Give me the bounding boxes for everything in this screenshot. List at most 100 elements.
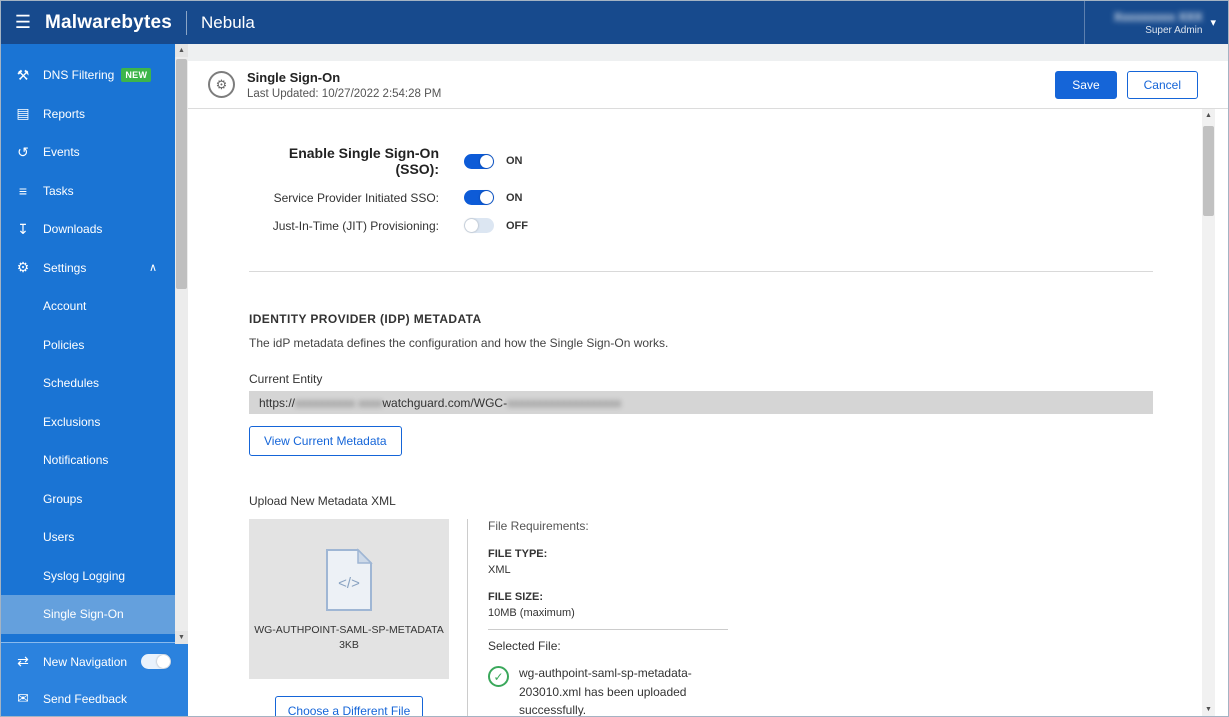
toggle-knob — [465, 219, 478, 232]
sidebar-scrollbar[interactable]: ▲ ▼ — [175, 44, 188, 644]
sidebar-item-label: Syslog Logging — [43, 569, 125, 583]
sp-initiated-sso-toggle[interactable] — [464, 190, 494, 205]
check-icon: ✓ — [493, 670, 503, 684]
new-navigation-toggle[interactable] — [141, 654, 171, 669]
sp-initiated-sso-state: ON — [506, 192, 523, 204]
chevron-down-icon[interactable]: ▾ — [1210, 16, 1216, 29]
entity-url-middle: watchguard.com/WGC- — [382, 396, 507, 410]
chevron-up-icon: ∧ — [149, 261, 157, 274]
enable-sso-state: ON — [506, 155, 523, 167]
entity-url-redacted-2: xxxxxxxxxxxxxxxxxxx — [507, 396, 621, 410]
events-icon: ↺ — [15, 144, 31, 161]
uploaded-file-card: </> WG-AUTHPOINT-SAML-SP-METADATA 3KB — [249, 519, 449, 679]
main-scrollbar[interactable]: ▲ ▼ — [1202, 109, 1215, 716]
svg-text:</>: </> — [338, 575, 360, 592]
upload-section: </> WG-AUTHPOINT-SAML-SP-METADATA 3KB Ch… — [249, 519, 1164, 716]
sidebar-item-label: Send Feedback — [43, 692, 127, 706]
sidebar-item-label: Groups — [43, 492, 82, 506]
toggle-knob — [480, 191, 493, 204]
upload-metadata-label: Upload New Metadata XML — [249, 494, 1164, 508]
uploaded-file-size: 3KB — [339, 639, 359, 651]
new-navigation-icon: ⇄ — [15, 653, 31, 670]
sidebar-item-exclusions[interactable]: Exclusions — [1, 403, 175, 442]
uploaded-file-name: WG-AUTHPOINT-SAML-SP-METADATA — [254, 624, 444, 636]
sso-gear-icon: ⚙ — [208, 71, 235, 98]
sidebar-item-label: Users — [43, 530, 74, 544]
brand-logo: Malwarebytes — [45, 12, 172, 34]
scroll-up-icon[interactable]: ▲ — [1202, 109, 1215, 122]
jit-provisioning-label: Just-In-Time (JIT) Provisioning: — [249, 219, 439, 233]
sidebar-item-new-navigation[interactable]: ⇄ New Navigation — [1, 643, 188, 680]
page-title: Single Sign-On — [247, 70, 441, 85]
main-scrollbar-track[interactable] — [1202, 122, 1215, 703]
toggle-knob — [157, 655, 170, 668]
sidebar-scroll-area: ⚒ DNS Filtering NEW ▤ Reports ↺ Events ≡… — [1, 44, 175, 642]
sidebar-item-dns-filtering[interactable]: ⚒ DNS Filtering NEW — [1, 56, 175, 95]
sidebar-item-label: Account — [43, 299, 86, 313]
enable-sso-toggle[interactable] — [464, 154, 494, 169]
success-check-icon: ✓ — [488, 666, 509, 687]
hamburger-menu-icon[interactable]: ☰ — [1, 12, 45, 33]
file-requirements-title: File Requirements: — [488, 519, 728, 533]
cancel-button[interactable]: Cancel — [1127, 71, 1198, 99]
enable-sso-label: Enable Single Sign-On (SSO): — [249, 145, 439, 177]
sidebar-item-label: Reports — [43, 107, 85, 121]
enable-sso-row: Enable Single Sign-On (SSO): ON — [249, 145, 1164, 177]
brand-divider — [186, 11, 187, 35]
product-name: Nebula — [201, 13, 255, 33]
file-type-value: XML — [488, 564, 728, 576]
sidebar-item-groups[interactable]: Groups — [1, 480, 175, 519]
sidebar-item-single-sign-on[interactable]: Single Sign-On — [1, 595, 175, 634]
save-button[interactable]: Save — [1055, 71, 1116, 99]
sidebar-item-label: Schedules — [43, 376, 99, 390]
file-size-label: FILE SIZE: — [488, 591, 728, 603]
xml-file-icon: </> — [322, 548, 376, 612]
sidebar-item-syslog-logging[interactable]: Syslog Logging — [1, 557, 175, 596]
sidebar-item-send-feedback[interactable]: ✉ Send Feedback — [1, 680, 188, 717]
sidebar-item-notifications[interactable]: Notifications — [1, 441, 175, 480]
sidebar-scrollbar-track[interactable] — [175, 57, 188, 631]
vertical-divider — [467, 519, 468, 716]
scroll-up-icon[interactable]: ▲ — [175, 44, 188, 57]
jit-provisioning-row: Just-In-Time (JIT) Provisioning: OFF — [249, 218, 1164, 233]
account-name: Xxxxxxxxx XXX — [1099, 10, 1202, 24]
account-menu[interactable]: Xxxxxxxxx XXX Super Admin ▾ — [1084, 1, 1228, 44]
main-area: ⚙ Single Sign-On Last Updated: 10/27/202… — [188, 44, 1228, 716]
idp-metadata-description: The idP metadata defines the configurati… — [249, 336, 1164, 350]
page-header: ⚙ Single Sign-On Last Updated: 10/27/202… — [188, 61, 1228, 109]
sidebar-item-settings[interactable]: ⚙ Settings ∧ — [1, 249, 175, 288]
sidebar-item-policies[interactable]: Policies — [1, 326, 175, 365]
sidebar-item-tasks[interactable]: ≡ Tasks — [1, 172, 175, 211]
scroll-down-icon[interactable]: ▼ — [1202, 703, 1215, 716]
main-scrollbar-thumb[interactable] — [1203, 126, 1214, 216]
send-feedback-icon: ✉ — [15, 690, 31, 707]
scroll-down-icon[interactable]: ▼ — [175, 631, 188, 644]
current-entity-field: https://xxxxxxxxxx xxxx watchguard.com/W… — [249, 391, 1153, 414]
main-top-gap — [188, 44, 1228, 61]
settings-icon: ⚙ — [15, 259, 31, 276]
gear-icon: ⚙ — [216, 77, 228, 93]
sidebar-item-users[interactable]: Users — [1, 518, 175, 557]
last-updated-text: Last Updated: 10/27/2022 2:54:28 PM — [247, 88, 441, 100]
reports-icon: ▤ — [15, 105, 31, 122]
jit-provisioning-state: OFF — [506, 220, 528, 232]
sidebar-item-schedules[interactable]: Schedules — [1, 364, 175, 403]
entity-url-redacted-1: xxxxxxxxxx xxxx — [295, 396, 382, 410]
downloads-icon: ↧ — [15, 221, 31, 238]
sidebar-item-label: Exclusions — [43, 415, 100, 429]
sidebar-item-reports[interactable]: ▤ Reports — [1, 95, 175, 134]
choose-different-file-button[interactable]: Choose a Different File — [275, 696, 424, 716]
page-header-titles: Single Sign-On Last Updated: 10/27/2022 … — [247, 70, 441, 100]
jit-provisioning-toggle[interactable] — [464, 218, 494, 233]
sp-initiated-sso-row: Service Provider Initiated SSO: ON — [249, 190, 1164, 205]
app-window: ☰ Malwarebytes Nebula Xxxxxxxxx XXX Supe… — [0, 0, 1229, 717]
sidebar-item-account[interactable]: Account — [1, 287, 175, 326]
sidebar-item-label: Settings — [43, 261, 86, 275]
upload-success-message: wg-authpoint-saml-sp-metadata-203010.xml… — [519, 664, 697, 716]
view-current-metadata-button[interactable]: View Current Metadata — [249, 426, 402, 456]
entity-url-prefix: https:// — [259, 396, 295, 410]
sp-initiated-sso-label: Service Provider Initiated SSO: — [249, 191, 439, 205]
sidebar-scrollbar-thumb[interactable] — [176, 59, 187, 289]
sidebar-item-events[interactable]: ↺ Events — [1, 133, 175, 172]
sidebar-item-downloads[interactable]: ↧ Downloads — [1, 210, 175, 249]
